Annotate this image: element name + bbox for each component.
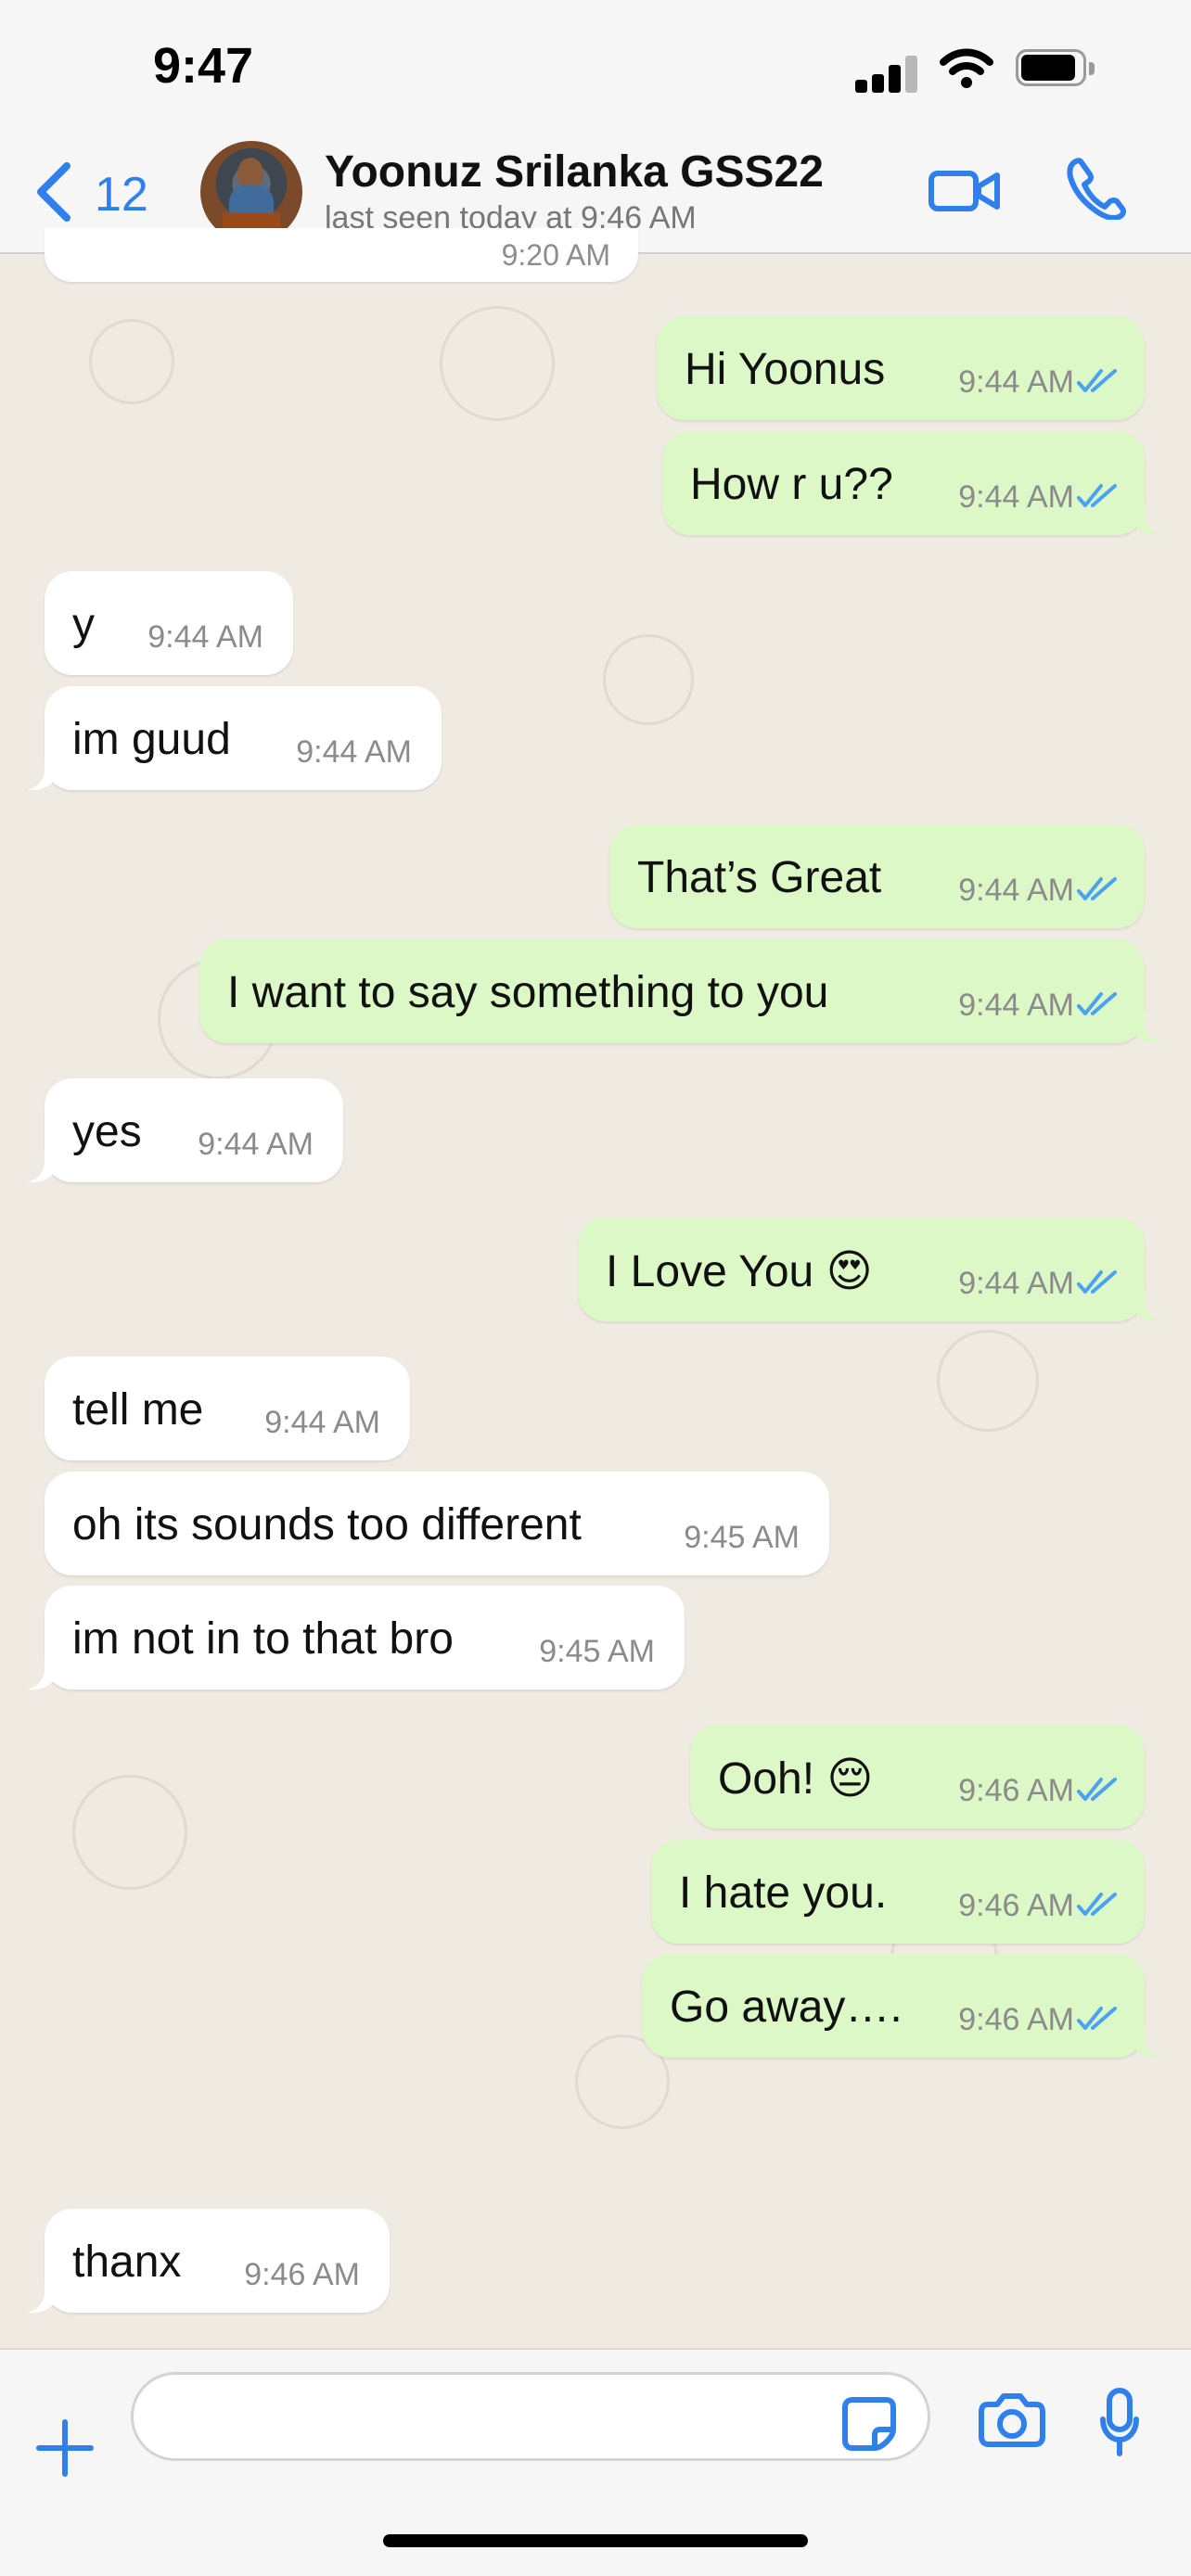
outgoing-message-bubble[interactable]: Go away…. 9:46 AM	[642, 1954, 1176, 2058]
read-receipt-icon	[1077, 369, 1117, 392]
incoming-message-bubble[interactable]: thanx 9:46 AM	[13, 2209, 390, 2313]
message-time: 9:44 AM	[147, 619, 263, 655]
microphone-icon[interactable]	[1098, 2387, 1141, 2457]
camera-icon[interactable]	[979, 2389, 1045, 2448]
message-text: I Love You 😍	[606, 1247, 873, 1296]
previous-message-time: 9:20 AM	[501, 238, 610, 272]
incoming-message-bubble[interactable]: yes 9:44 AM	[13, 1078, 343, 1182]
read-receipt-icon	[1077, 1778, 1117, 1801]
status-time: 9:47	[153, 38, 254, 94]
message-text: tell me	[72, 1385, 204, 1435]
message-time: 9:44 AM	[198, 1127, 314, 1162]
back-unread-count[interactable]: 12	[95, 167, 148, 223]
message-text: yes	[72, 1107, 142, 1156]
incoming-message-bubble[interactable]: y 9:44 AM	[45, 571, 293, 675]
message-text: Hi Yoonus	[685, 345, 886, 394]
message-text: I hate you.	[679, 1868, 888, 1918]
read-receipt-icon	[1077, 484, 1117, 507]
message-text: im guud	[72, 715, 231, 764]
incoming-message-bubble[interactable]: oh its sounds too different 9:45 AM	[45, 1472, 829, 1575]
message-text: Ooh! 😔	[718, 1754, 874, 1804]
message-time: 9:45 AM	[539, 1634, 655, 1669]
message-time: 9:46 AM	[958, 1773, 1074, 1808]
outgoing-message-bubble[interactable]: I hate you. 9:46 AM	[651, 1840, 1145, 1944]
video-call-icon[interactable]	[928, 161, 1002, 221]
status-bar: 9:47	[0, 0, 1191, 130]
incoming-message-bubble[interactable]: tell me 9:44 AM	[45, 1357, 410, 1460]
message-text: thanx	[72, 2238, 182, 2287]
read-receipt-icon	[1077, 877, 1117, 900]
message-time: 9:46 AM	[958, 2002, 1074, 2037]
outgoing-message-bubble[interactable]: How r u?? 9:44 AM	[662, 431, 1176, 535]
outgoing-message-bubble[interactable]: I Love You 😍 9:44 AM	[578, 1218, 1176, 1321]
incoming-message-bubble[interactable]: im guud 9:44 AM	[13, 686, 442, 790]
message-text: I want to say something to you	[227, 968, 829, 1017]
message-time: 9:45 AM	[684, 1520, 800, 1555]
back-chevron-icon[interactable]	[32, 160, 74, 223]
read-receipt-icon	[1077, 992, 1117, 1015]
incoming-message-bubble[interactable]: im not in to that bro 9:45 AM	[13, 1586, 685, 1690]
message-text: How r u??	[690, 460, 893, 509]
message-time: 9:44 AM	[296, 734, 412, 770]
message-time: 9:44 AM	[958, 364, 1074, 400]
read-receipt-icon	[1077, 1893, 1117, 1916]
message-time: 9:46 AM	[244, 2257, 360, 2292]
phone-call-icon[interactable]	[1067, 157, 1126, 220]
message-time: 9:46 AM	[958, 1888, 1074, 1923]
previous-message-bubble[interactable]: 9:20 AM	[45, 228, 638, 282]
message-text: Go away….	[670, 1983, 903, 2032]
outgoing-message-bubble[interactable]: Hi Yoonus 9:44 AM	[657, 316, 1145, 420]
message-text: That’s Great	[637, 853, 882, 902]
outgoing-message-bubble[interactable]: That’s Great 9:44 AM	[609, 824, 1145, 928]
home-indicator	[383, 2534, 808, 2547]
message-time: 9:44 AM	[958, 988, 1074, 1023]
read-receipt-icon	[1077, 1270, 1117, 1294]
message-time: 9:44 AM	[958, 479, 1074, 515]
message-text: y	[72, 600, 95, 649]
contact-name[interactable]: Yoonuz Srilanka GSS22	[325, 147, 824, 198]
plus-icon[interactable]	[35, 2418, 95, 2478]
wifi-icon	[940, 48, 993, 88]
message-input[interactable]	[131, 2372, 930, 2461]
sticker-icon[interactable]	[839, 2394, 899, 2454]
message-time: 9:44 AM	[958, 873, 1074, 908]
cellular-signal-icon	[855, 56, 918, 93]
message-text: oh its sounds too different	[72, 1500, 582, 1549]
message-text: im not in to that bro	[72, 1614, 454, 1664]
outgoing-message-bubble[interactable]: I want to say something to you 9:44 AM	[199, 939, 1176, 1043]
message-time: 9:44 AM	[264, 1405, 380, 1440]
battery-icon	[1016, 49, 1095, 90]
outgoing-message-bubble[interactable]: Ooh! 😔 9:46 AM	[690, 1725, 1145, 1829]
read-receipt-icon	[1077, 2007, 1117, 2030]
message-time: 9:44 AM	[958, 1266, 1074, 1301]
chat-message-list[interactable]: 9:20 AM Hi Yoonus 9:44 AM How r u?? 9:44 AM…	[0, 228, 1191, 2452]
